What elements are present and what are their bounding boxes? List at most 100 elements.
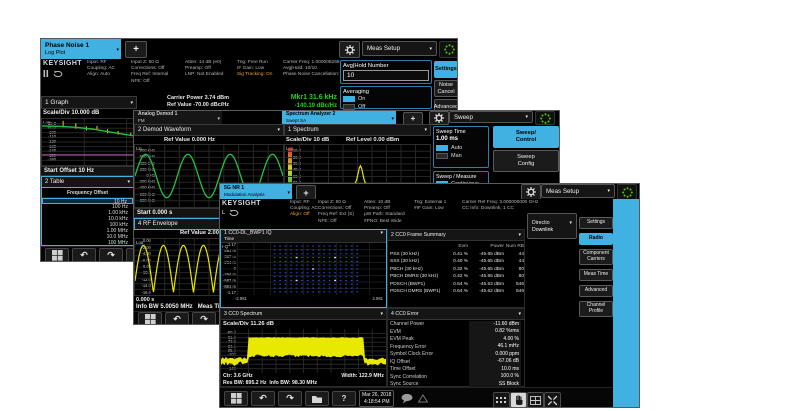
frame-summary-row: PSS (30 kHz)0.41 %-45.65 dBm44: [388, 251, 524, 259]
frame-summary-panel: 2 CC0 Frame Summary▾ EvmPowerNum RBPSS (…: [387, 229, 525, 308]
info-line: CC Info: Downlink, 1 CC: [462, 206, 556, 212]
info-column-4: Trig: Free RunIF Gain: LowSig Tracking: …: [237, 60, 283, 79]
info-line: Sig Tracking: On: [237, 72, 279, 78]
sweep-time-label: Sweep Time: [436, 129, 486, 135]
chevron-down-icon: ▾: [130, 100, 133, 106]
gear-icon[interactable]: [429, 111, 449, 125]
redo-icon[interactable]: ↷: [192, 312, 216, 326]
menu-button-settings[interactable]: Settings: [579, 217, 613, 229]
menu-button-advanced[interactable]: Advanced: [579, 285, 613, 297]
evm-value: 0.64 %: [446, 281, 468, 289]
desktop: Phase Noise 1 Log Plot ▾ + Meas Setup ▾ …: [0, 0, 812, 411]
demod-panel-selector[interactable]: 2 Demod Waveform▾: [134, 124, 284, 136]
menu-button-meas-time[interactable]: Meas Time: [579, 269, 613, 281]
info-column-4: Trig: External 1#IF Gain: Low: [414, 200, 462, 212]
window-layout-icon[interactable]: [527, 392, 544, 408]
tab-5g-nr[interactable]: 5G NR 1 Modulation Analysis ▾: [220, 184, 292, 199]
chevron-down-icon: ▾: [525, 114, 528, 120]
direction-dropdown[interactable]: Directio▾ Downlink: [527, 213, 577, 239]
averaging-group: Averaging OnOff: [340, 86, 432, 109]
evm-value: 0.64 %: [446, 288, 468, 296]
menu-button-sweep-config[interactable]: Sweep Config: [493, 150, 559, 172]
nr-axis-line: Ctr: 3.6 GHzWidth: 122.9 MHz: [223, 373, 384, 379]
folder-icon[interactable]: [305, 391, 329, 406]
scale-div-label: Scale/Div 10.000 dB: [43, 110, 99, 116]
hand-tool-icon[interactable]: [510, 392, 527, 408]
chevron-down-icon: ▾: [429, 46, 432, 52]
iq-panel-selector[interactable]: 1 CC0-DL_BWP1 IQ▾ Time: [221, 230, 386, 243]
new-tab-button[interactable]: +: [125, 41, 147, 58]
notification-bubble-icon[interactable]: [400, 393, 414, 404]
avg-hold-input[interactable]: 10: [343, 70, 429, 81]
menu-button-radio[interactable]: Radio: [579, 233, 613, 245]
ref-value: Ref Value -70.00 dBc/Hz: [141, 102, 255, 109]
sweep-time-value[interactable]: 1.00 ms: [436, 136, 486, 142]
frame-summary-selector[interactable]: 2 CC0 Frame Summary▾: [388, 230, 524, 241]
undo-icon[interactable]: ↶: [251, 391, 275, 406]
busy-indicator-icon: [535, 111, 555, 125]
averaging-option-on[interactable]: On: [343, 95, 429, 103]
menu-button-noise-cancel[interactable]: Noise Cancel: [434, 80, 458, 97]
taskbar: ↶↷?Mar 26, 20184:18:54 PM: [220, 387, 612, 408]
constellation-graph[interactable]: I-Q 1.17881 m587 m294 m0-294 m-587 m-881…: [221, 243, 386, 295]
windows-icon[interactable]: [224, 391, 248, 406]
windows-icon[interactable]: [45, 248, 69, 263]
chevron-down-icon: ▾: [127, 179, 130, 185]
menu-button-channel-profile[interactable]: Channel Profile: [579, 301, 613, 317]
redo-icon[interactable]: ↷: [99, 248, 123, 263]
power-value: -45.63 dBm: [468, 281, 504, 289]
error-label: EVM Peak: [388, 336, 469, 344]
meas-setup-menu[interactable]: Meas Setup ▾: [362, 41, 437, 56]
direction-value: Downlink: [532, 227, 572, 233]
fullscreen-icon[interactable]: [544, 392, 561, 408]
col-header: Power: [468, 243, 504, 251]
gear-icon[interactable]: [521, 184, 541, 200]
evm-value: 0.41 %: [446, 251, 468, 259]
sweep-time-option-auto[interactable]: Auto: [436, 144, 486, 152]
measurement-info-bar: KEYSIGHT Input: RFCoupling: ACAlign: Aut…: [43, 59, 339, 97]
undo-icon[interactable]: ↶: [72, 248, 96, 263]
trace-canvas: [221, 243, 386, 295]
tab-analog-demod[interactable]: Analog Demod 1 FM ▾: [134, 111, 222, 124]
nr-spectrum-selector[interactable]: 3 CC0 Spectrum▾: [221, 309, 386, 320]
menu-label: Sweep: [454, 114, 473, 121]
graph-panel-selector[interactable]: 1 Graph▾: [41, 96, 137, 109]
redo-icon[interactable]: ↷: [278, 391, 302, 406]
nr-spectrum-graph[interactable]: -50.3-61.6-72.9-84.1-95.4-107-118-129-14…: [221, 329, 386, 373]
control-panel-strip[interactable]: [613, 199, 640, 407]
power-value: -45.65 dBm: [468, 273, 504, 281]
sweep-time-option-man[interactable]: Man: [436, 152, 486, 160]
error-table: Channel Power-11.60 dBmEVM0.82 %rmsEVM P…: [388, 321, 524, 389]
channel-name: PDSCH (BWP1): [388, 281, 446, 289]
nr-spectrum-panel: 3 CC0 Spectrum▾ Scale/Div 11.26 dB -50.3…: [220, 308, 387, 387]
iq-panel: 1 CC0-DL_BWP1 IQ▾ Time I-Q 1.17881 m587 …: [220, 229, 387, 308]
menu-button-sweep-control[interactable]: Sweep/ Control: [493, 126, 559, 148]
sweep-menu[interactable]: Sweep ▾: [449, 111, 533, 123]
tab-phase-noise[interactable]: Phase Noise 1 Log Plot ▾: [41, 39, 121, 59]
undo-icon[interactable]: ↶: [165, 312, 189, 326]
spectrum-panel-selector[interactable]: 1 Spectrum▾: [284, 124, 431, 136]
demod-panel-title: 2 Demod Waveform: [138, 127, 191, 133]
gear-icon[interactable]: [339, 41, 360, 58]
table-panel-selector[interactable]: 2 Table▾: [41, 176, 134, 188]
continuous-sweep-icon: [52, 70, 64, 78]
toggle-mark-icon: [436, 153, 448, 159]
keysight-logo: KEYSIGHT L C0: [222, 200, 290, 217]
menu-button-settings[interactable]: Settings: [434, 61, 458, 78]
new-tab-button[interactable]: +: [296, 185, 316, 200]
channel-name: PSS (30 kHz): [388, 251, 446, 259]
clock-display[interactable]: Mar 26, 20184:18:54 PM: [359, 390, 394, 407]
info-line: Freq Ref: Ext (S): [318, 212, 360, 218]
frame-summary-row: PDSCH (BWP1)0.64 %-45.63 dBm546: [388, 281, 524, 289]
menu-button-component-carriers[interactable]: Component Carriers: [579, 249, 613, 265]
col-header: Evm: [446, 243, 468, 251]
numrb-value: 546: [504, 288, 524, 296]
windows-icon[interactable]: [138, 312, 162, 326]
run-state-letter: L: [222, 210, 225, 216]
frame-summary-row: PBCH DMRS (30 kHz)0.42 %-45.65 dBm80: [388, 273, 524, 281]
help-icon[interactable]: ?: [332, 391, 356, 406]
tab-swept-sa[interactable]: Spectrum Analyzer 2 Swept SA ▾: [282, 111, 396, 124]
multi-window-icon[interactable]: [493, 392, 510, 408]
evm-value: 0.42 %: [446, 273, 468, 281]
error-panel-selector[interactable]: 4 CC0 Error▾: [388, 309, 524, 320]
